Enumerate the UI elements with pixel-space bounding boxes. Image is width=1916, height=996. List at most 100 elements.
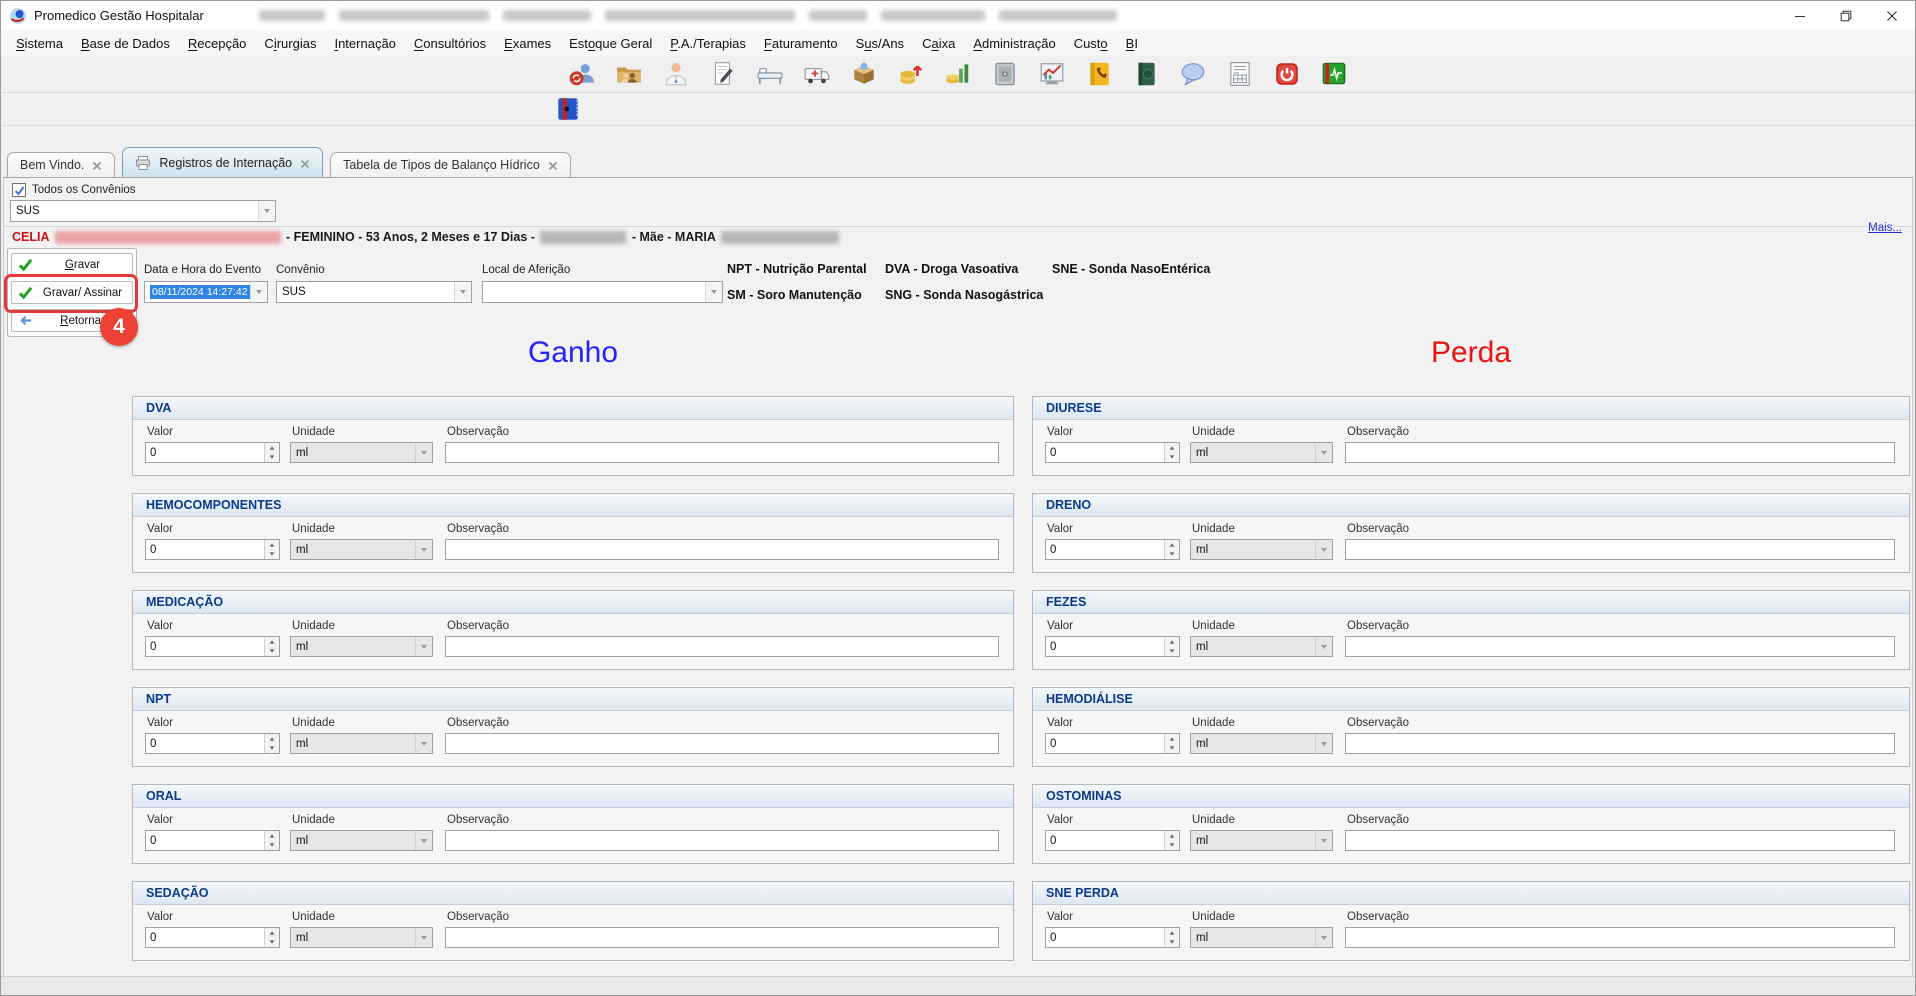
menu-cirurgias[interactable]: Cirurgias bbox=[255, 33, 325, 54]
hospital-bed-icon[interactable] bbox=[756, 60, 784, 88]
sales-chart-icon[interactable] bbox=[1038, 60, 1066, 88]
spin-down-icon[interactable] bbox=[265, 453, 279, 463]
gravar-button[interactable]: Gravar bbox=[11, 253, 133, 276]
prescription-icon[interactable] bbox=[709, 60, 737, 88]
spin-up-icon[interactable] bbox=[1165, 637, 1179, 647]
minimize-icon[interactable] bbox=[1777, 1, 1823, 30]
money-chart-icon[interactable] bbox=[944, 60, 972, 88]
chat-icon[interactable] bbox=[1179, 60, 1207, 88]
observacao-input[interactable] bbox=[445, 927, 999, 948]
spin-down-icon[interactable] bbox=[265, 841, 279, 851]
restore-icon[interactable] bbox=[1823, 1, 1869, 30]
valor-input[interactable] bbox=[1045, 539, 1180, 560]
phonebook-icon[interactable] bbox=[1085, 60, 1113, 88]
spin-up-icon[interactable] bbox=[1165, 831, 1179, 841]
finance-up-icon[interactable] bbox=[897, 60, 925, 88]
local-afericao-combo[interactable] bbox=[482, 281, 723, 303]
menu-p-a-terapias[interactable]: P.A./Terapias bbox=[661, 33, 755, 54]
menu-bi[interactable]: BI bbox=[1117, 33, 1147, 54]
patients-folder-icon[interactable] bbox=[615, 60, 643, 88]
unidade-label: Unidade bbox=[1192, 523, 1333, 535]
stock-box-icon[interactable] bbox=[850, 60, 878, 88]
more-link[interactable]: Mais... bbox=[1868, 222, 1902, 234]
spin-up-icon[interactable] bbox=[1165, 443, 1179, 453]
observacao-input[interactable] bbox=[1345, 636, 1895, 657]
observacao-input[interactable] bbox=[445, 442, 999, 463]
safe-icon[interactable] bbox=[991, 60, 1019, 88]
ambulance-icon[interactable] bbox=[803, 60, 831, 88]
tab-registros-de-internacao[interactable]: Registros de Internação bbox=[122, 147, 323, 177]
spin-down-icon[interactable] bbox=[1165, 744, 1179, 754]
menu-exames[interactable]: Exames bbox=[495, 33, 560, 54]
observacao-input[interactable] bbox=[445, 830, 999, 851]
observacao-input[interactable] bbox=[1345, 830, 1895, 851]
spin-down-icon[interactable] bbox=[1165, 938, 1179, 948]
menu-internacao[interactable]: Internação bbox=[325, 33, 404, 54]
convenio-filter-select[interactable]: SUS bbox=[10, 200, 276, 222]
valor-input[interactable] bbox=[1045, 830, 1180, 851]
tab-close-icon[interactable] bbox=[92, 160, 102, 170]
valor-input[interactable] bbox=[1045, 442, 1180, 463]
agenda-icon[interactable] bbox=[554, 95, 582, 123]
green-book-icon[interactable] bbox=[1132, 60, 1160, 88]
spin-up-icon[interactable] bbox=[1165, 734, 1179, 744]
valor-input[interactable] bbox=[1045, 733, 1180, 754]
valor-input[interactable] bbox=[145, 927, 280, 948]
convenio-combo[interactable]: SUS bbox=[276, 281, 472, 303]
menu-recepcao[interactable]: Recepção bbox=[179, 33, 256, 54]
tab-tabela-de-tipos-de-balanco-hidrico[interactable]: Tabela de Tipos de Balanço Hídrico bbox=[330, 152, 571, 177]
valor-input[interactable] bbox=[145, 830, 280, 851]
user-sync-icon[interactable] bbox=[568, 60, 596, 88]
valor-input[interactable] bbox=[145, 442, 280, 463]
tab-bem-vindo[interactable]: Bem Vindo. bbox=[7, 152, 115, 177]
spin-down-icon[interactable] bbox=[1165, 841, 1179, 851]
observacao-input[interactable] bbox=[1345, 927, 1895, 948]
date-combo[interactable]: 08/11/2024 14:27:42 bbox=[144, 281, 268, 303]
valor-input[interactable] bbox=[145, 636, 280, 657]
menu-faturamento[interactable]: Faturamento bbox=[755, 33, 847, 54]
gravar-assinar-button[interactable]: Gravar/ Assinar bbox=[11, 281, 133, 304]
spin-up-icon[interactable] bbox=[265, 637, 279, 647]
invoice-icon[interactable] bbox=[1226, 60, 1254, 88]
menu-sistema[interactable]: Sistema bbox=[7, 33, 72, 54]
close-icon[interactable] bbox=[1869, 1, 1915, 30]
observacao-input[interactable] bbox=[1345, 539, 1895, 560]
spin-down-icon[interactable] bbox=[1165, 647, 1179, 657]
menu-administracao[interactable]: Administração bbox=[964, 33, 1064, 54]
spin-down-icon[interactable] bbox=[265, 744, 279, 754]
spin-up-icon[interactable] bbox=[265, 928, 279, 938]
doctor-icon[interactable] bbox=[662, 60, 690, 88]
menu-caixa[interactable]: Caixa bbox=[913, 33, 964, 54]
menu-sus-ans[interactable]: Sus/Ans bbox=[847, 33, 913, 54]
observacao-input[interactable] bbox=[445, 636, 999, 657]
valor-input[interactable] bbox=[145, 539, 280, 560]
menu-estoque-geral[interactable]: Estoque Geral bbox=[560, 33, 661, 54]
tab-close-icon[interactable] bbox=[300, 158, 310, 168]
power-icon[interactable] bbox=[1273, 60, 1301, 88]
spin-up-icon[interactable] bbox=[265, 443, 279, 453]
valor-input[interactable] bbox=[1045, 927, 1180, 948]
ecg-monitor-icon[interactable] bbox=[1320, 60, 1348, 88]
observacao-input[interactable] bbox=[1345, 442, 1895, 463]
spin-up-icon[interactable] bbox=[1165, 928, 1179, 938]
local-afericao-label: Local de Aferição bbox=[482, 264, 570, 276]
spin-down-icon[interactable] bbox=[265, 550, 279, 560]
spin-down-icon[interactable] bbox=[1165, 453, 1179, 463]
spin-down-icon[interactable] bbox=[265, 647, 279, 657]
spin-down-icon[interactable] bbox=[1165, 550, 1179, 560]
menu-consultorios[interactable]: Consultórios bbox=[405, 33, 495, 54]
valor-input[interactable] bbox=[1045, 636, 1180, 657]
observacao-input[interactable] bbox=[1345, 733, 1895, 754]
spin-up-icon[interactable] bbox=[265, 831, 279, 841]
observacao-input[interactable] bbox=[445, 539, 999, 560]
menu-base-de-dados[interactable]: Base de Dados bbox=[72, 33, 179, 54]
spin-up-icon[interactable] bbox=[265, 540, 279, 550]
all-convenios-checkbox[interactable] bbox=[12, 183, 26, 197]
spin-up-icon[interactable] bbox=[265, 734, 279, 744]
menu-custo[interactable]: Custo bbox=[1065, 33, 1117, 54]
tab-close-icon[interactable] bbox=[548, 160, 558, 170]
spin-down-icon[interactable] bbox=[265, 938, 279, 948]
valor-input[interactable] bbox=[145, 733, 280, 754]
observacao-input[interactable] bbox=[445, 733, 999, 754]
spin-up-icon[interactable] bbox=[1165, 540, 1179, 550]
